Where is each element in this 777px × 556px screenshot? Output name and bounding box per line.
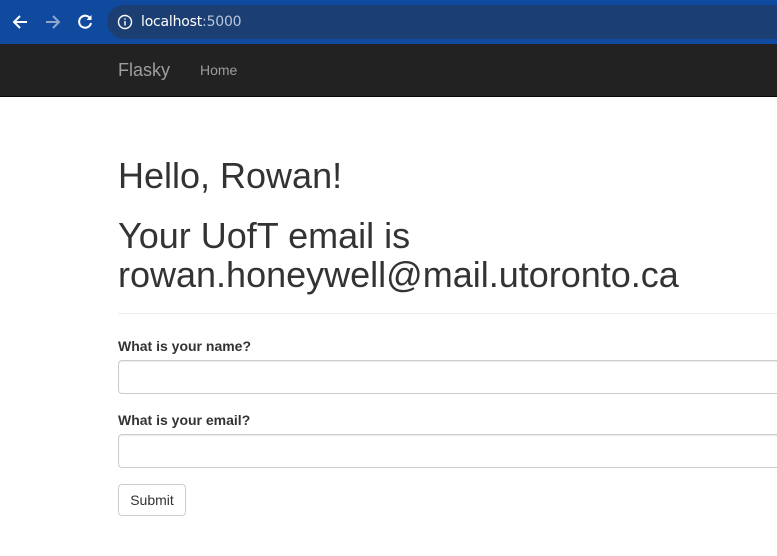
url-host: localhost <box>141 14 203 30</box>
info-icon[interactable] <box>117 14 133 30</box>
name-label: What is your name? <box>118 338 252 354</box>
url-text[interactable]: localhost:5000 <box>141 14 242 30</box>
browser-toolbar: localhost:5000 <box>0 0 777 44</box>
nav-link-home[interactable]: Home <box>200 62 237 78</box>
email-label: What is your email? <box>118 412 251 428</box>
email-input[interactable] <box>118 434 777 468</box>
email-heading: Your UofT email is rowan.honeywell@mail.u… <box>118 216 777 294</box>
name-input[interactable] <box>118 360 777 394</box>
email-heading-line1: Your UofT email is <box>118 215 411 256</box>
back-arrow-icon[interactable] <box>8 10 32 34</box>
email-heading-line2: rowan.honeywell@mail.utoronto.ca <box>118 254 679 295</box>
url-port: :5000 <box>202 14 242 30</box>
address-bar[interactable]: localhost:5000 <box>107 5 777 39</box>
divider <box>118 313 777 314</box>
reload-icon[interactable] <box>73 10 97 34</box>
navbar-brand[interactable]: Flasky <box>118 60 170 80</box>
greeting-heading: Hello, Rowan! <box>118 155 343 196</box>
navbar: Flasky Home <box>0 44 777 97</box>
submit-button[interactable]: Submit <box>118 484 186 516</box>
forward-arrow-icon[interactable] <box>41 10 65 34</box>
